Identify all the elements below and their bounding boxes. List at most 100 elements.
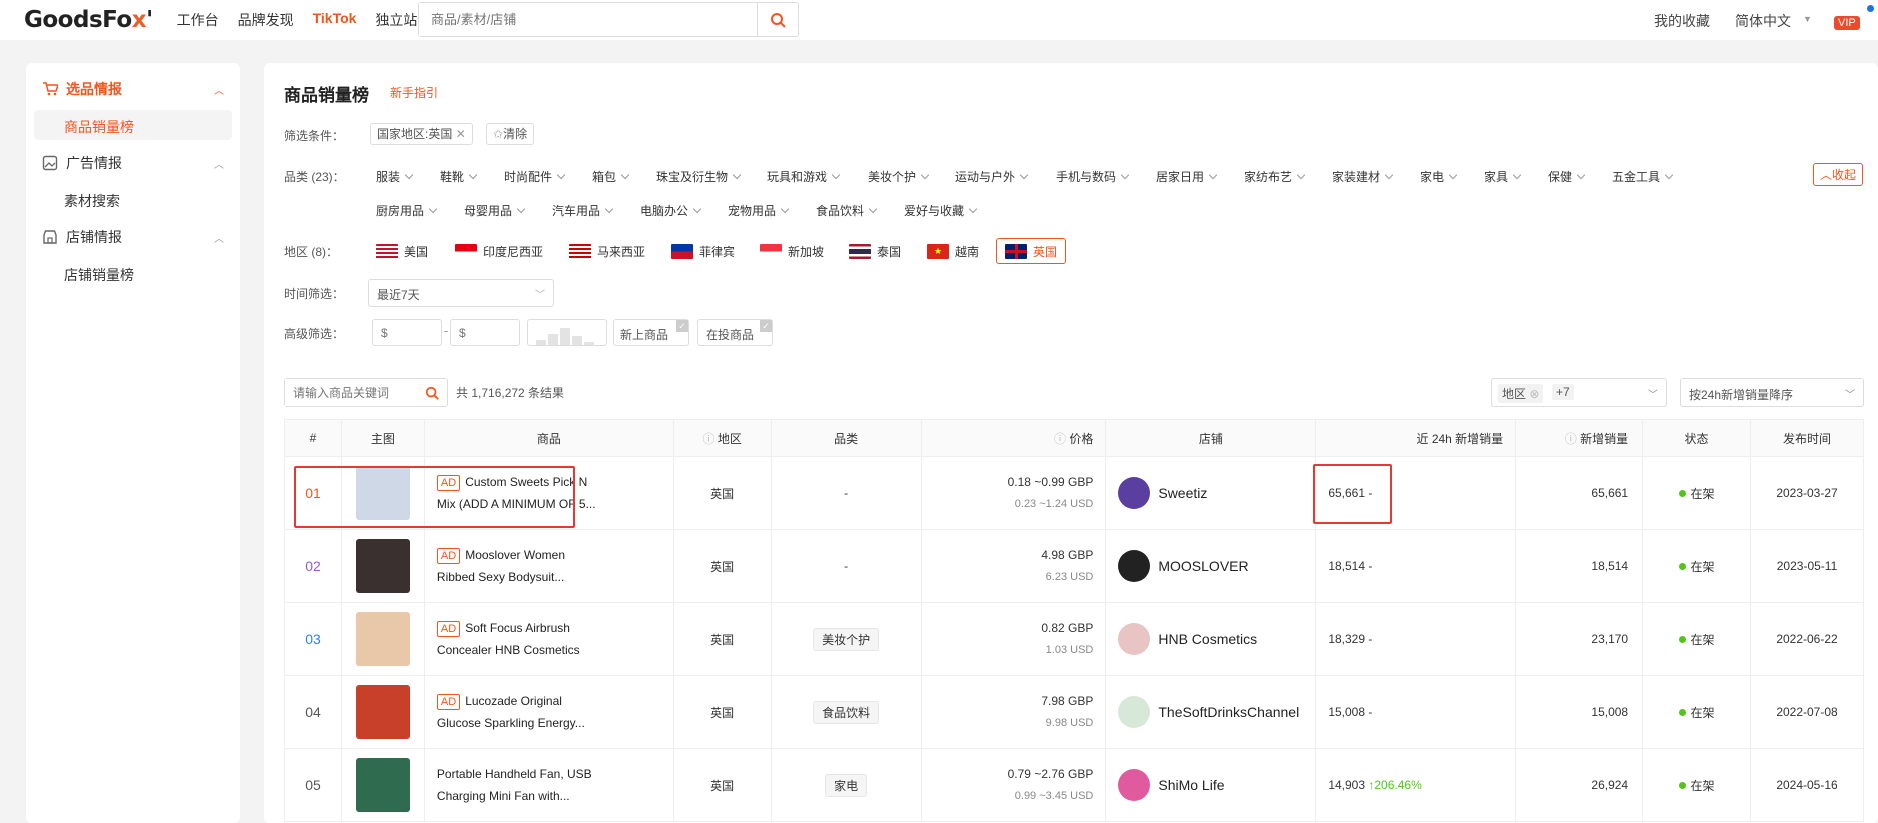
- category-item[interactable]: 保健: [1548, 168, 1584, 185]
- product-name-line2[interactable]: Concealer HNB Cosmetics: [437, 639, 673, 661]
- region-vn[interactable]: ★ 越南: [927, 239, 979, 263]
- new-goods-checkbox[interactable]: 新上商品 ✓: [613, 319, 689, 346]
- thumbnail-cell[interactable]: [340, 529, 425, 603]
- shop-avatar[interactable]: [1118, 550, 1151, 582]
- sidebar-section-store-intel[interactable]: 店铺情报 ︿: [42, 227, 232, 247]
- product-cell[interactable]: AD Custom Sweets Pick N Mix (ADD A MINIMU…: [423, 456, 674, 530]
- category-item[interactable]: 母婴用品: [464, 202, 524, 219]
- category-item[interactable]: 珠宝及衍生物: [656, 168, 740, 185]
- product-thumbnail[interactable]: [355, 758, 410, 812]
- price-max-input[interactable]: [450, 319, 520, 346]
- shop-avatar[interactable]: [1118, 696, 1151, 728]
- product-name-line1[interactable]: Portable Handheld Fan, USB: [437, 763, 673, 785]
- shop-name[interactable]: HNB Cosmetics: [1158, 631, 1257, 647]
- category-item[interactable]: 服装: [376, 168, 412, 185]
- my-favorites-link[interactable]: 我的收藏: [1654, 11, 1710, 31]
- category-item[interactable]: 家电: [1420, 168, 1456, 185]
- region-sg[interactable]: 新加坡: [760, 239, 824, 263]
- keyword-input[interactable]: [285, 379, 415, 406]
- category-item[interactable]: 食品饮料: [816, 202, 876, 219]
- shop-name[interactable]: Sweetiz: [1158, 485, 1207, 501]
- table-row[interactable]: 02 AD Mooslover Women Ribbed Sexy Bodysui…: [284, 529, 1864, 603]
- shop-name[interactable]: TheSoftDrinksChannel: [1158, 704, 1299, 720]
- col-region[interactable]: ⓘ 地区: [672, 419, 772, 457]
- sidebar-section-product-intel[interactable]: 选品情报 ︿: [42, 79, 232, 99]
- category-item[interactable]: 家装建材: [1332, 168, 1392, 185]
- histogram-slider[interactable]: [527, 319, 607, 346]
- category-item[interactable]: 汽车用品: [552, 202, 612, 219]
- category-item[interactable]: 时尚配件: [504, 168, 564, 185]
- nav-brand-discovery[interactable]: 品牌发现: [238, 10, 294, 30]
- table-row[interactable]: 05 Portable Handheld Fan, USB Charging M…: [284, 748, 1864, 822]
- product-cell[interactable]: AD Soft Focus Airbrush Concealer HNB Cosm…: [423, 602, 674, 676]
- shop-name[interactable]: MOOSLOVER: [1158, 558, 1248, 574]
- product-name-line2[interactable]: Charging Mini Fan with...: [437, 785, 673, 807]
- shop-avatar[interactable]: [1118, 769, 1151, 801]
- active-filter-tag[interactable]: 国家地区:英国 ✕: [370, 123, 473, 145]
- product-cell[interactable]: Portable Handheld Fan, USB Charging Mini…: [423, 748, 674, 822]
- price-min-input[interactable]: [372, 319, 442, 346]
- col-publish-date[interactable]: 发布时间: [1750, 419, 1864, 457]
- category-item[interactable]: 家纺布艺: [1244, 168, 1304, 185]
- category-item[interactable]: 箱包: [592, 168, 628, 185]
- table-row[interactable]: 01 AD Custom Sweets Pick N Mix (ADD A MIN…: [284, 456, 1864, 530]
- nav-independent-site[interactable]: 独立站: [375, 10, 417, 30]
- shop-cell[interactable]: ShiMo Life: [1105, 748, 1317, 822]
- guide-link[interactable]: 新手指引: [390, 84, 438, 101]
- product-name-line1[interactable]: AD Lucozade Original: [436, 690, 673, 712]
- shop-avatar[interactable]: [1118, 623, 1151, 655]
- category-item[interactable]: 爱好与收藏: [904, 202, 976, 219]
- region-multi-select[interactable]: 地区 ⊗ +7 ﹀: [1491, 378, 1667, 407]
- category-item[interactable]: 玩具和游戏: [767, 168, 839, 185]
- sidebar-item-material-search[interactable]: 素材搜索: [64, 191, 120, 211]
- sort-select[interactable]: 按24h新增销量降序 ﹀: [1680, 378, 1864, 407]
- category-item[interactable]: 运动与户外: [955, 168, 1027, 185]
- search-icon[interactable]: [425, 386, 439, 400]
- region-ph[interactable]: 菲律宾: [671, 239, 735, 263]
- clear-filters-button[interactable]: ✩清除: [486, 123, 535, 145]
- in-ad-checkbox[interactable]: 在投商品 ✓: [697, 319, 773, 346]
- global-search-input[interactable]: [419, 3, 757, 36]
- shop-cell[interactable]: MOOSLOVER: [1105, 529, 1317, 603]
- category-item[interactable]: 厨房用品: [376, 202, 436, 219]
- col-price[interactable]: ⓘ 价格: [920, 419, 1107, 457]
- vip-badge[interactable]: VIP: [1834, 16, 1860, 30]
- product-name-line2[interactable]: Mix (ADD A MINIMUM OF 5...: [437, 493, 673, 515]
- sidebar-item-store-ranking[interactable]: 店铺销量榜: [64, 265, 134, 285]
- thumbnail-cell[interactable]: [340, 675, 425, 749]
- product-name-line2[interactable]: Ribbed Sexy Bodysuit...: [437, 566, 673, 588]
- table-row[interactable]: 03 AD Soft Focus Airbrush Concealer HNB C…: [284, 602, 1864, 676]
- shop-name[interactable]: ShiMo Life: [1158, 777, 1224, 793]
- table-row[interactable]: 04 AD Lucozade Original Glucose Sparkling…: [284, 675, 1864, 749]
- thumbnail-cell[interactable]: [340, 456, 425, 530]
- category-item[interactable]: 家具: [1484, 168, 1520, 185]
- category-item[interactable]: 五金工具: [1612, 168, 1672, 185]
- category-item[interactable]: 鞋靴: [440, 168, 476, 185]
- col-24h-sales[interactable]: 近 24h 新增销量: [1315, 419, 1517, 457]
- product-thumbnail[interactable]: [355, 612, 410, 666]
- region-my[interactable]: 马来西亚: [569, 239, 645, 263]
- shop-cell[interactable]: TheSoftDrinksChannel: [1105, 675, 1317, 749]
- region-uk-selected[interactable]: 英国: [996, 238, 1067, 264]
- shop-cell[interactable]: HNB Cosmetics: [1105, 602, 1317, 676]
- product-thumbnail[interactable]: [355, 466, 410, 520]
- nav-workbench[interactable]: 工作台: [177, 10, 219, 30]
- product-thumbnail[interactable]: [355, 685, 410, 739]
- collapse-button[interactable]: ︿收起: [1813, 163, 1864, 186]
- product-thumbnail[interactable]: [355, 539, 410, 593]
- shop-avatar[interactable]: [1118, 477, 1151, 509]
- category-item[interactable]: 手机与数码: [1056, 168, 1128, 185]
- shop-cell[interactable]: Sweetiz: [1105, 456, 1317, 530]
- category-item[interactable]: 美妆个护: [868, 168, 928, 185]
- product-cell[interactable]: AD Mooslover Women Ribbed Sexy Bodysuit..…: [423, 529, 674, 603]
- product-name-line1[interactable]: AD Soft Focus Airbrush: [436, 617, 673, 639]
- product-name-line1[interactable]: AD Mooslover Women: [436, 544, 673, 566]
- product-name-line2[interactable]: Glucose Sparkling Energy...: [437, 712, 673, 734]
- close-icon[interactable]: ⊗: [1529, 387, 1539, 401]
- product-cell[interactable]: AD Lucozade Original Glucose Sparkling En…: [423, 675, 674, 749]
- time-select[interactable]: 最近7天 ﹀: [368, 279, 554, 307]
- close-icon[interactable]: ✕: [456, 127, 466, 141]
- sidebar-section-ad-intel[interactable]: 广告情报 ︿: [42, 153, 232, 173]
- logo[interactable]: GoodsFox': [24, 7, 153, 33]
- sidebar-item-sales-ranking[interactable]: 商品销量榜: [64, 117, 134, 137]
